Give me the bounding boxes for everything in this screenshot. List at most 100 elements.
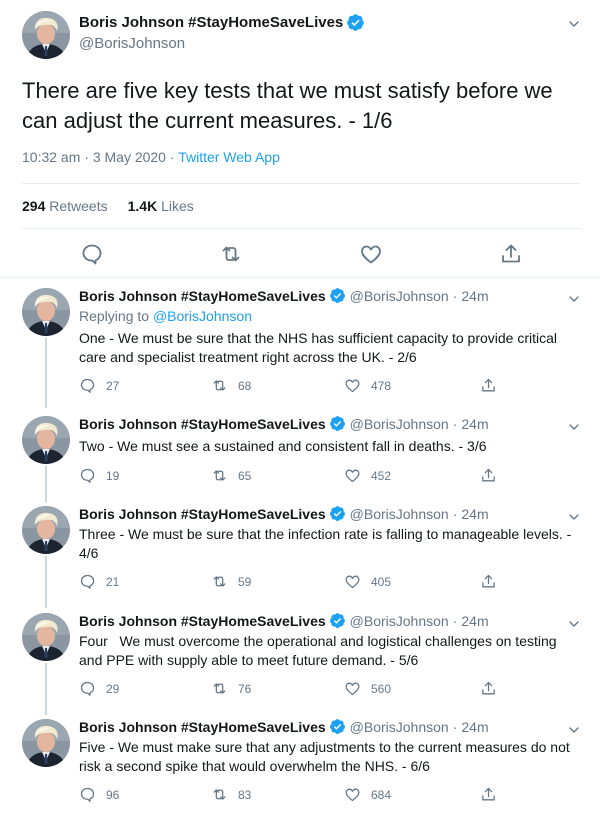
avatar[interactable] (22, 416, 70, 464)
author-handle[interactable]: @BorisJohnson (350, 288, 449, 304)
reply-action[interactable]: 27 (79, 377, 119, 394)
reply-actions: 21 59 405 (79, 573, 499, 591)
author-name[interactable]: Boris Johnson #StayHomeSaveLives (79, 288, 326, 304)
author-name[interactable]: Boris Johnson #StayHomeSaveLives (79, 719, 326, 735)
reply-actions: 29 76 560 (79, 680, 499, 698)
share-action[interactable] (480, 467, 497, 484)
thread-reply[interactable]: Boris Johnson #StayHomeSaveLives @BorisJ… (0, 408, 600, 502)
reply-action[interactable]: 96 (79, 786, 119, 803)
reply-actions: 96 83 684 (79, 786, 499, 804)
main-tweet: Boris Johnson #StayHomeSaveLives @BorisJ… (0, 0, 600, 278)
chevron-down-icon[interactable] (566, 291, 582, 307)
reply-action[interactable]: 21 (79, 573, 119, 590)
retweet-action[interactable]: 65 (211, 467, 251, 484)
thread-connector (45, 466, 47, 502)
reply-action[interactable]: 19 (79, 467, 119, 484)
retweet-action[interactable]: 68 (211, 377, 251, 394)
like-action[interactable]: 684 (344, 786, 391, 803)
retweets-count: 294 (22, 198, 46, 214)
thread-connector (45, 663, 47, 715)
avatar[interactable] (22, 11, 70, 59)
reply-action[interactable]: 29 (79, 680, 119, 697)
thread-reply[interactable]: Boris Johnson #StayHomeSaveLives @BorisJ… (0, 605, 600, 715)
like-count: 405 (371, 574, 392, 589)
replying-mention[interactable]: @BorisJohnson (153, 308, 252, 324)
share-action[interactable] (480, 786, 497, 803)
reply-time[interactable]: 24m (461, 719, 488, 735)
share-action[interactable] (480, 573, 497, 590)
thread-reply[interactable]: Boris Johnson #StayHomeSaveLives @BorisJ… (0, 711, 600, 816)
author-handle[interactable]: @BorisJohnson (350, 416, 449, 432)
reply-icon[interactable] (80, 242, 104, 266)
reply-count: 27 (106, 378, 120, 393)
like-action[interactable]: 405 (344, 573, 391, 590)
verified-badge-icon (329, 612, 346, 629)
meta-separator: · (165, 149, 179, 165)
retweets-stat[interactable]: 294 Retweets (22, 198, 108, 214)
reply-header: Boris Johnson #StayHomeSaveLives @BorisJ… (79, 718, 489, 735)
likes-stat[interactable]: 1.4K Likes (128, 198, 194, 214)
like-icon (344, 377, 361, 394)
author-handle[interactable]: @BorisJohnson (350, 506, 449, 522)
retweet-icon (211, 573, 228, 590)
separator-dot: · (452, 612, 458, 629)
avatar[interactable] (22, 613, 70, 661)
verified-badge-icon (329, 287, 346, 304)
like-icon[interactable] (359, 242, 383, 266)
replying-to: Replying to @BorisJohnson (79, 308, 252, 324)
author-handle[interactable]: @BorisJohnson (350, 719, 449, 735)
author-handle[interactable]: @BorisJohnson (79, 35, 185, 52)
like-action[interactable]: 452 (344, 467, 391, 484)
tweet-text: There are five key tests that we must sa… (22, 78, 553, 133)
chevron-down-icon[interactable] (566, 16, 582, 32)
share-icon[interactable] (499, 242, 523, 266)
likes-label: Likes (161, 198, 194, 214)
thread-connector (45, 556, 47, 608)
author-name[interactable]: Boris Johnson #StayHomeSaveLives (79, 416, 326, 432)
author-name[interactable]: Boris Johnson #StayHomeSaveLives (79, 14, 343, 31)
reply-time[interactable]: 24m (461, 613, 488, 629)
reply-actions: 27 68 478 (79, 377, 499, 395)
separator-dot: · (452, 415, 458, 432)
like-action[interactable]: 478 (344, 377, 391, 394)
reply-count: 96 (106, 787, 120, 802)
reply-text: Two - We must see a sustained and consis… (79, 438, 487, 454)
tweet-source[interactable]: Twitter Web App (178, 149, 280, 165)
thread-reply[interactable]: Boris Johnson #StayHomeSaveLives @BorisJ… (0, 280, 600, 408)
divider (22, 183, 580, 184)
reply-time[interactable]: 24m (461, 506, 488, 522)
chevron-down-icon[interactable] (566, 509, 582, 525)
author-handle[interactable]: @BorisJohnson (350, 613, 449, 629)
avatar[interactable] (22, 506, 70, 554)
reply-icon (79, 467, 96, 484)
reply-header: Boris Johnson #StayHomeSaveLives @BorisJ… (79, 415, 489, 432)
chevron-down-icon[interactable] (566, 722, 582, 738)
like-action[interactable]: 560 (344, 680, 391, 697)
chevron-down-icon[interactable] (566, 419, 582, 435)
retweet-icon (211, 786, 228, 803)
retweet-action[interactable]: 83 (211, 786, 251, 803)
verified-badge-icon (329, 415, 346, 432)
retweet-count: 65 (238, 468, 252, 483)
thread-reply[interactable]: Boris Johnson #StayHomeSaveLives @BorisJ… (0, 498, 600, 608)
reply-time[interactable]: 24m (461, 416, 488, 432)
retweet-action[interactable]: 59 (211, 573, 251, 590)
like-icon (344, 467, 361, 484)
reply-icon (79, 680, 96, 697)
tweet-timestamp[interactable]: 10:32 am · 3 May 2020 (22, 149, 166, 165)
retweet-icon[interactable] (219, 242, 243, 266)
retweet-count: 83 (238, 787, 252, 802)
reply-time[interactable]: 24m (461, 288, 488, 304)
reply-icon (79, 377, 96, 394)
verified-badge-icon (346, 13, 365, 32)
retweet-action[interactable]: 76 (211, 680, 251, 697)
share-action[interactable] (480, 377, 497, 394)
thread-connector (45, 338, 47, 408)
chevron-down-icon[interactable] (566, 616, 582, 632)
avatar[interactable] (22, 719, 70, 767)
author-name[interactable]: Boris Johnson #StayHomeSaveLives (79, 506, 326, 522)
retweet-count: 59 (238, 574, 252, 589)
author-name[interactable]: Boris Johnson #StayHomeSaveLives (79, 613, 326, 629)
avatar[interactable] (22, 288, 70, 336)
share-action[interactable] (480, 680, 497, 697)
